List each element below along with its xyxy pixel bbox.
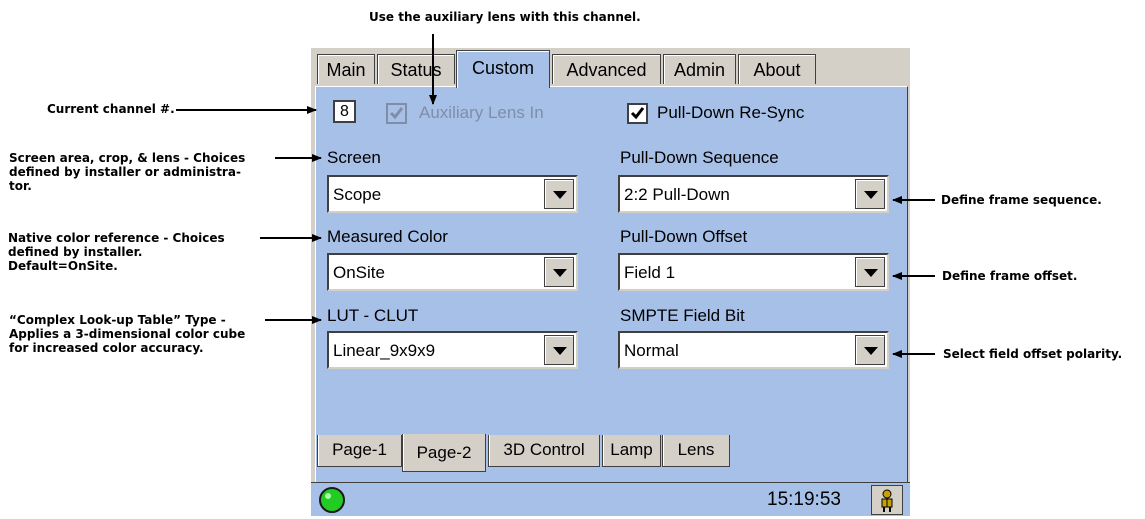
lut-value: Linear_9x9x9 xyxy=(333,341,436,360)
pulldown-sequence-label: Pull-Down Sequence xyxy=(620,148,779,167)
annotation-channel: Current channel #. xyxy=(47,102,175,116)
tab-page-1[interactable]: Page-1 xyxy=(317,435,402,467)
annotation-field-polarity: Select field offset polarity. xyxy=(943,347,1123,361)
chevron-down-icon[interactable] xyxy=(544,335,574,365)
control-panel: Main Status Advanced Admin About 8 Auxil… xyxy=(311,48,910,516)
check-icon xyxy=(630,107,645,120)
screen-select[interactable]: Scope xyxy=(327,175,578,213)
screen-value: Scope xyxy=(333,185,382,204)
tab-status[interactable]: Status xyxy=(377,54,455,84)
measured-color-select[interactable]: OnSite xyxy=(327,253,578,291)
annotation-aux-lens: Use the auxiliary lens with this channel… xyxy=(369,10,641,24)
annotation-frame-sequence: Define frame sequence. xyxy=(941,193,1102,207)
annotation-measured-color: Native color reference - Choices defined … xyxy=(8,231,225,273)
tab-main[interactable]: Main xyxy=(317,54,375,84)
user-icon xyxy=(881,489,893,512)
tab-custom[interactable]: Custom xyxy=(456,50,550,88)
smpte-select[interactable]: Normal xyxy=(618,331,889,369)
pulldown-offset-select[interactable]: Field 1 xyxy=(618,253,889,291)
pulldown-offset-label: Pull-Down Offset xyxy=(620,227,748,246)
tab-lens[interactable]: Lens xyxy=(662,435,730,467)
pulldown-resync-label: Pull-Down Re-Sync xyxy=(657,103,805,122)
auxiliary-lens-label: Auxiliary Lens In xyxy=(419,103,544,122)
pulldown-offset-value: Field 1 xyxy=(624,263,676,282)
annotation-frame-offset: Define frame offset. xyxy=(942,269,1078,283)
tab-lamp[interactable]: Lamp xyxy=(602,435,661,467)
smpte-label: SMPTE Field Bit xyxy=(620,306,745,325)
tab-3d-control[interactable]: 3D Control xyxy=(488,435,600,467)
check-icon xyxy=(389,107,404,120)
tab-admin[interactable]: Admin xyxy=(663,54,736,84)
custom-page: 8 Auxiliary Lens In Pull-Down Re-Sync Sc… xyxy=(315,86,908,483)
chevron-down-icon[interactable] xyxy=(855,335,885,365)
status-led-icon xyxy=(319,487,345,513)
chevron-down-icon[interactable] xyxy=(855,179,885,209)
lut-label: LUT - CLUT xyxy=(327,306,419,325)
tab-about[interactable]: About xyxy=(738,54,816,84)
smpte-value: Normal xyxy=(624,341,679,360)
tab-page-2[interactable]: Page-2 xyxy=(402,434,486,472)
chevron-down-icon[interactable] xyxy=(855,257,885,287)
screen-label: Screen xyxy=(327,148,381,167)
tab-advanced[interactable]: Advanced xyxy=(552,54,661,84)
lut-select[interactable]: Linear_9x9x9 xyxy=(327,331,578,369)
auxiliary-lens-checkbox[interactable] xyxy=(386,103,407,124)
pulldown-resync-checkbox[interactable] xyxy=(627,103,648,124)
channel-number: 8 xyxy=(333,100,356,123)
annotation-screen: Screen area, crop, & lens - Choices defin… xyxy=(9,151,246,193)
measured-color-value: OnSite xyxy=(333,263,385,282)
status-bar: 15:19:53 xyxy=(311,482,910,516)
annotation-lut: “Complex Look-up Table” Type - Applies a … xyxy=(9,313,246,355)
user-icon-box[interactable] xyxy=(871,485,903,515)
status-time: 15:19:53 xyxy=(767,489,841,510)
chevron-down-icon[interactable] xyxy=(544,257,574,287)
pulldown-sequence-value: 2:2 Pull-Down xyxy=(624,185,730,204)
measured-color-label: Measured Color xyxy=(327,227,448,246)
chevron-down-icon[interactable] xyxy=(544,179,574,209)
pulldown-sequence-select[interactable]: 2:2 Pull-Down xyxy=(618,175,889,213)
